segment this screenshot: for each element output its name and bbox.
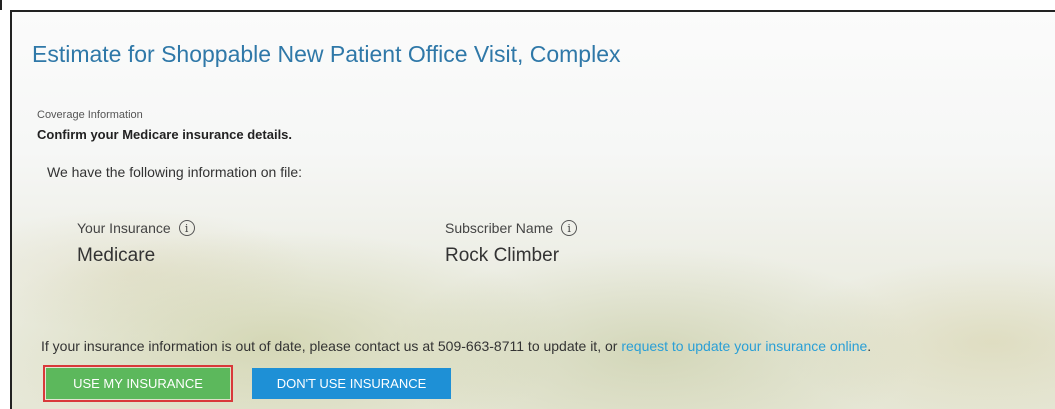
insurance-info-icon[interactable]: i <box>178 220 195 236</box>
frame-edge-tick <box>0 0 2 10</box>
estimate-panel: Estimate for Shoppable New Patient Offic… <box>10 10 1055 409</box>
subscriber-label-row: Subscriber Name i <box>445 220 578 236</box>
dont-use-insurance-button[interactable]: DON'T USE INSURANCE <box>252 368 451 399</box>
insurance-field: Your Insurance i Medicare <box>77 220 195 267</box>
coverage-confirm-heading: Confirm your Medicare insurance details. <box>37 127 293 142</box>
insurance-value: Medicare <box>77 245 156 266</box>
notice-text: If your insurance information is out of … <box>41 338 622 354</box>
subscriber-field: Subscriber Name i Rock Climber <box>445 220 578 267</box>
subscriber-value: Rock Climber <box>445 245 560 266</box>
update-insurance-link[interactable]: request to update your insurance online <box>621 338 867 354</box>
subscriber-info-icon[interactable]: i <box>561 220 578 236</box>
coverage-section-label: Coverage Information <box>37 109 143 121</box>
on-file-text: We have the following information on fil… <box>47 164 302 180</box>
insurance-label-row: Your Insurance i <box>77 220 195 236</box>
update-insurance-notice: If your insurance information is out of … <box>41 338 871 354</box>
insurance-label: Your Insurance <box>77 220 171 236</box>
use-my-insurance-button[interactable]: USE MY INSURANCE <box>43 365 233 402</box>
page-title: Estimate for Shoppable New Patient Offic… <box>32 41 621 67</box>
subscriber-label: Subscriber Name <box>445 220 554 236</box>
notice-trailing: . <box>867 338 872 354</box>
